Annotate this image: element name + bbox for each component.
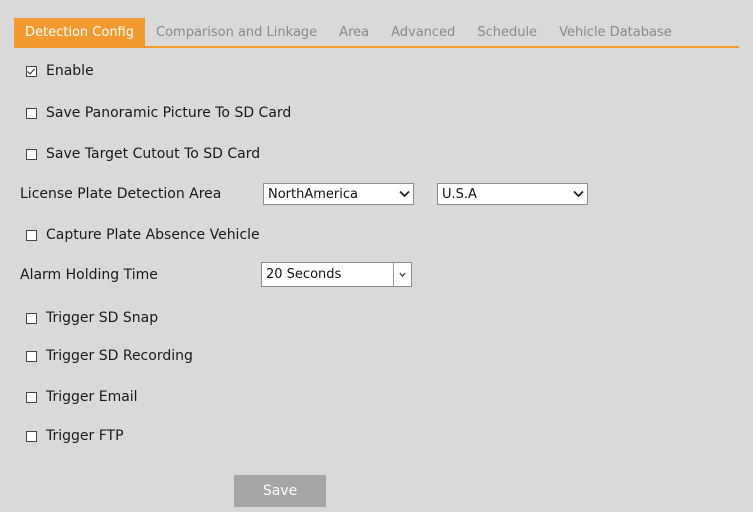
enable-option[interactable]: Enable — [26, 63, 94, 79]
tab-detection-config[interactable]: Detection Config — [14, 18, 145, 46]
capture-plate-absence-option[interactable]: Capture Plate Absence Vehicle — [26, 227, 260, 243]
trigger-email-option[interactable]: Trigger Email — [26, 389, 138, 405]
region-value: NorthAmerica — [268, 186, 358, 202]
chevron-down-icon — [395, 184, 413, 204]
alarm-holding-value: 20 Seconds — [266, 267, 342, 282]
plate-area-row: License Plate Detection Area — [20, 186, 221, 202]
enable-checkbox[interactable] — [26, 65, 37, 77]
country-select[interactable]: U.S.A — [437, 183, 588, 205]
save-cutout-checkbox[interactable] — [26, 148, 37, 160]
chevron-down-icon — [569, 184, 587, 204]
trigger-sd-snap-label: Trigger SD Snap — [46, 310, 159, 326]
save-cutout-label: Save Target Cutout To SD Card — [46, 146, 261, 162]
trigger-ftp-option[interactable]: Trigger FTP — [26, 428, 124, 444]
save-panoramic-label: Save Panoramic Picture To SD Card — [46, 105, 292, 121]
save-cutout-option[interactable]: Save Target Cutout To SD Card — [26, 146, 260, 162]
plate-area-label: License Plate Detection Area — [20, 186, 222, 202]
trigger-sd-recording-option[interactable]: Trigger SD Recording — [26, 348, 193, 364]
trigger-sd-snap-checkbox[interactable] — [26, 312, 37, 324]
trigger-ftp-checkbox[interactable] — [26, 430, 37, 442]
detection-config-page: Detection Config Comparison and Linkage … — [0, 0, 753, 512]
tab-area[interactable]: Area — [328, 18, 380, 46]
capture-plate-absence-label: Capture Plate Absence Vehicle — [46, 227, 260, 243]
trigger-email-label: Trigger Email — [46, 389, 138, 405]
save-button[interactable]: Save — [234, 475, 326, 507]
trigger-sd-recording-checkbox[interactable] — [26, 350, 37, 362]
country-value: U.S.A — [442, 186, 477, 202]
save-panoramic-checkbox[interactable] — [26, 107, 37, 119]
alarm-holding-label: Alarm Holding Time — [20, 267, 158, 283]
trigger-sd-snap-option[interactable]: Trigger SD Snap — [26, 310, 158, 326]
tab-vehicle-database[interactable]: Vehicle Database — [548, 18, 683, 46]
capture-plate-absence-checkbox[interactable] — [26, 229, 37, 241]
save-panoramic-option[interactable]: Save Panoramic Picture To SD Card — [26, 105, 291, 121]
tab-advanced[interactable]: Advanced — [380, 18, 466, 46]
trigger-sd-recording-label: Trigger SD Recording — [46, 348, 193, 364]
alarm-holding-row: Alarm Holding Time — [20, 267, 158, 283]
tab-comparison-and-linkage[interactable]: Comparison and Linkage — [145, 18, 328, 46]
enable-label: Enable — [46, 63, 94, 79]
trigger-ftp-label: Trigger FTP — [46, 428, 124, 444]
alarm-holding-select[interactable]: 20 Seconds — [261, 262, 412, 287]
trigger-email-checkbox[interactable] — [26, 391, 37, 403]
chevron-down-icon — [393, 263, 411, 286]
tab-schedule[interactable]: Schedule — [466, 18, 548, 46]
tab-bar: Detection Config Comparison and Linkage … — [14, 18, 739, 48]
region-select[interactable]: NorthAmerica — [263, 183, 414, 205]
